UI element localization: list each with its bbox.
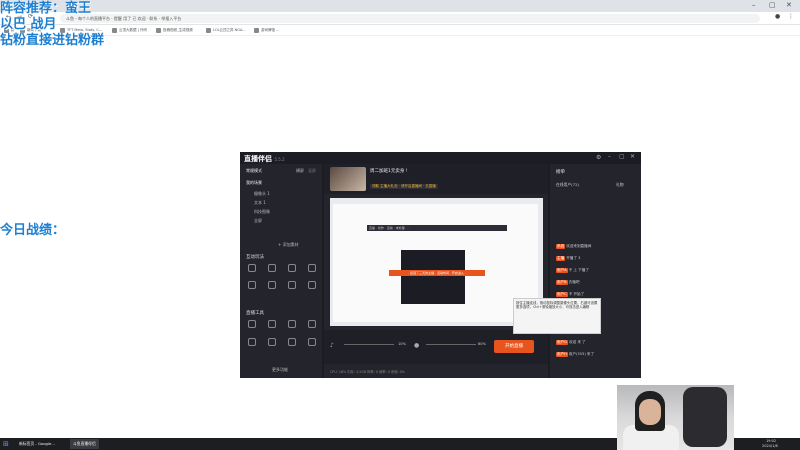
more-tools-link[interactable]: 更多功能 [272, 367, 288, 373]
stream-preview[interactable]: 直播 · 创作 · 活动 · 未处理 · · · · 接连了三天的主播 · 活动… [330, 198, 543, 326]
bookmarks-bar: 新 新闻下载 TFT Meta, Stats, C... 云顶大数据 | 外研 … [0, 25, 800, 36]
interact-section-title: 互动玩法 [246, 255, 264, 260]
tool-icon[interactable] [248, 338, 256, 346]
right-panel: 榜单 在线用户(72) 礼物 系统 欢迎来到直播间 主播 开播了 3 用户A 不 上 … [550, 164, 641, 378]
tool-icon[interactable] [308, 320, 316, 328]
camera-tooltip: 按住主播连线，拖动鼠标调整摄像头位置，右键可设置更多选项，Ctrl+滚轮缩放大小… [513, 298, 601, 334]
stream-title[interactable]: 周二加班1元卖身 ! [370, 168, 408, 174]
person-face [639, 399, 661, 425]
scene-item[interactable]: 摄像头 1 [254, 191, 270, 197]
browser-tab-bar: – ▢ ✕ [0, 0, 800, 12]
stream-cover[interactable] [330, 167, 366, 191]
interact-icon[interactable] [248, 264, 256, 272]
control-bar: ♪ 10% ● 60% 开始直播 [324, 330, 548, 364]
scene-item[interactable]: 科技图像 [254, 209, 270, 215]
webcam-feed [617, 385, 734, 450]
chat-message: 系统 欢迎来到直播间 [556, 244, 592, 249]
ranking-header: 榜单 [556, 170, 565, 175]
volume-a-value: 10% [398, 342, 406, 346]
maximize-icon[interactable]: ▢ [619, 153, 625, 160]
bookmark-item[interactable]: 云顶大数据 | 外研 [112, 27, 147, 34]
url-field[interactable]: 斗鱼 - 每个人的直播平台 · 提醒 用了 已 欢迎 · 联系 · 举报入平台 [60, 14, 760, 23]
lineup-recommendation: 阵容推荐：蛮王 [0, 1, 92, 16]
interact-icon[interactable] [268, 264, 276, 272]
chat-message: 用户G 欢迎 来 了 [556, 340, 586, 345]
chat-message: 用户B 去播吧 [556, 280, 580, 285]
scene-item[interactable]: 文本 1 [254, 200, 266, 206]
minimize-icon[interactable]: – [608, 153, 611, 160]
address-bar: ← → ⟳ 斗鱼 - 每个人的直播平台 · 提醒 用了 已 欢迎 · 联系 · … [0, 12, 800, 25]
tab-gifts[interactable]: 礼物 [616, 182, 624, 188]
fan-group-notice: 钻粉直接进钻粉群 [0, 33, 105, 48]
bookmark-item[interactable]: LOL云顶之弈 NGA... [206, 27, 246, 34]
tool-icon[interactable] [288, 338, 296, 346]
tools-section-title: 直播工具 [246, 311, 264, 316]
interact-icon[interactable] [248, 281, 256, 289]
notice-banner[interactable]: 领取 主播大礼包 · 请开启直播间 · 去直播 [370, 184, 438, 189]
status-bar: CPU: 16% 内存: 4.5GB 码率: 0 帧率: 0 丢帧: 0% [330, 370, 405, 374]
interact-icon[interactable] [308, 264, 316, 272]
close-icon[interactable]: ✕ [630, 153, 635, 160]
lineup-subtitle: 以巴 战月 [0, 17, 57, 32]
mode-selector[interactable]: 常规模式 [246, 168, 262, 174]
add-source-button[interactable]: + 添加素材 [278, 242, 299, 248]
my-scene-title[interactable]: 我的场景 [246, 180, 262, 186]
tool-icon[interactable] [248, 320, 256, 328]
chat-message: 用户H 用户(553) 来了 [556, 352, 595, 357]
interact-icon[interactable] [308, 281, 316, 289]
left-panel: 常规模式 横屏 竖屏 我的场景 摄像头 1 文本 1 科技图像 全屏 + 添加素… [240, 164, 322, 378]
stream-info-bar: 周二加班1元卖身 ! 领取 主播大礼包 · 请开启直播间 · 去直播 [324, 164, 548, 194]
start-stream-button[interactable]: 开始直播 [494, 340, 534, 353]
mic-slider[interactable] [426, 344, 476, 345]
chat-message: 用户A 不 上 下播了 [556, 268, 589, 273]
start-icon[interactable]: ⊞ [3, 440, 9, 448]
profile-icon[interactable]: ● [775, 13, 780, 20]
chat-message: 用户C 不 开始了 [556, 292, 585, 297]
center-panel: 周二加班1元卖身 ! 领取 主播大礼包 · 请开启直播间 · 去直播 直播 · … [324, 164, 548, 378]
interact-icon[interactable] [288, 281, 296, 289]
streaming-app-window: 直播伴侣 5.5.2 ⚙ – ▢ ✕ 常规模式 横屏 竖屏 我的场景 摄像头 1… [240, 152, 641, 378]
speaker-icon[interactable]: ♪ [330, 342, 334, 349]
interact-icon[interactable] [268, 281, 276, 289]
clock-date[interactable]: 2024/1/8 [762, 444, 778, 448]
tool-icon[interactable] [268, 338, 276, 346]
bookmark-item[interactable]: 游戏牌馆 ... [254, 27, 279, 34]
tool-icon[interactable] [288, 320, 296, 328]
tab-landscape[interactable]: 横屏 [296, 168, 304, 174]
taskbar-app-streamer[interactable]: 斗鱼直播伴侣 [70, 439, 99, 449]
maximize-icon[interactable]: ▢ [769, 1, 776, 9]
app-header: 直播伴侣 5.5.2 ⚙ – ▢ ✕ [240, 152, 641, 164]
today-record-label: 今日战绩： [0, 223, 66, 238]
interact-icon[interactable] [288, 264, 296, 272]
settings-icon[interactable]: ⚙ [596, 154, 601, 161]
close-icon[interactable]: ✕ [786, 1, 792, 9]
tab-online-users[interactable]: 在线用户(72) [556, 182, 579, 188]
notice-strip[interactable]: · 接连了三天的主播 · 活动时间 · 开启进入 · [389, 270, 485, 276]
menu-icon[interactable]: ⋮ [788, 13, 794, 20]
mic-icon[interactable]: ● [414, 342, 419, 349]
scene-item[interactable]: 全屏 [254, 218, 262, 224]
volume-slider[interactable] [344, 344, 394, 345]
volume-b-value: 60% [478, 342, 486, 346]
nested-preview [401, 250, 465, 304]
preview-toolbar: 直播 · 创作 · 活动 · 未处理 · · · [367, 225, 507, 231]
tool-icon[interactable] [268, 320, 276, 328]
app-logo: 直播伴侣 5.5.2 [244, 155, 285, 163]
chat-message: 主播 开播了 3 [556, 256, 581, 261]
bookmark-item[interactable]: 投稿视频_生成视频 [156, 27, 193, 34]
tab-portrait[interactable]: 竖屏 [308, 168, 316, 174]
taskbar-app-browser[interactable]: 新标签页 - Google... [16, 439, 58, 449]
taskbar: ⊞ 新标签页 - Google... 斗鱼直播伴侣 [0, 438, 617, 450]
chair [683, 387, 727, 447]
system-tray: 19:02 2024/1/8 [734, 438, 800, 450]
minimize-icon[interactable]: – [752, 1, 756, 9]
tool-icon[interactable] [308, 338, 316, 346]
clock-time[interactable]: 19:02 [766, 439, 776, 443]
